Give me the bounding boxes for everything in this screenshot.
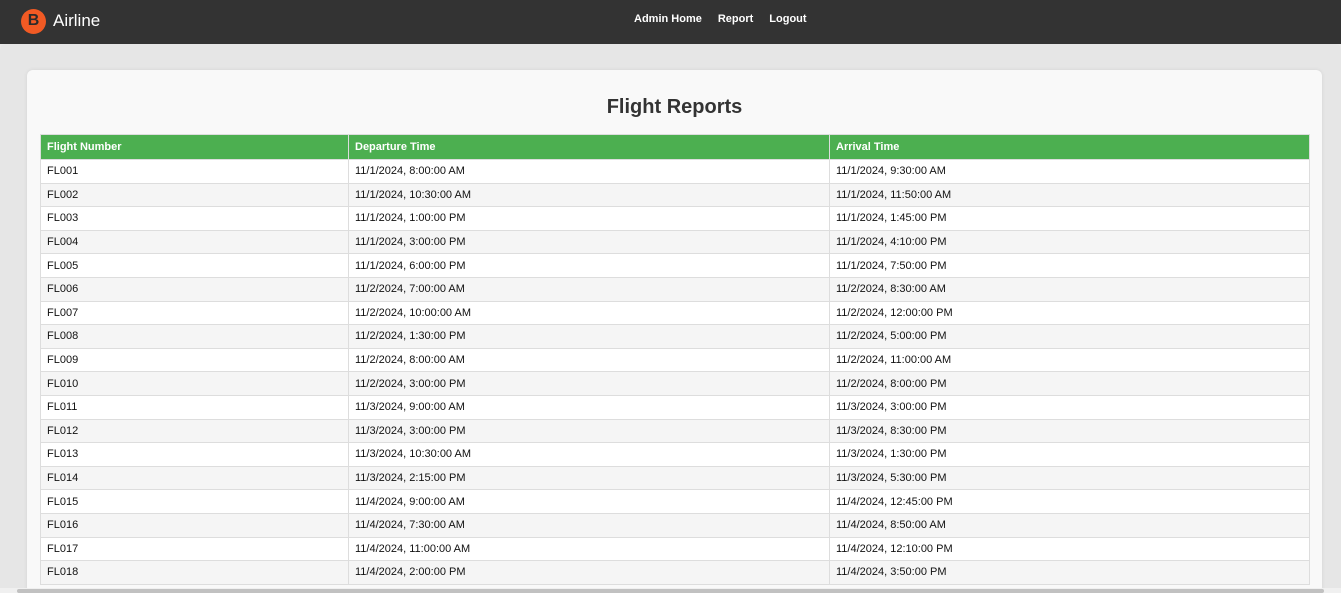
top-navbar: B Airline Admin Home Report Logout (0, 0, 1341, 44)
departure-time-cell: 11/2/2024, 7:00:00 AM (348, 276, 830, 302)
departure-time-cell: 11/1/2024, 1:00:00 PM (348, 206, 830, 231)
brand[interactable]: B Airline (21, 8, 100, 34)
departure-time-cell: 11/2/2024, 8:00:00 AM (348, 347, 830, 373)
flight-number-cell: FL015 (40, 489, 349, 514)
arrival-time-cell: 11/1/2024, 7:50:00 PM (829, 253, 1310, 278)
flight-number-cell: FL010 (40, 371, 349, 396)
page-title: Flight Reports (606, 96, 743, 118)
flight-number-cell: FL001 (40, 159, 349, 184)
nav-links: Admin Home Report Logout (634, 13, 807, 25)
arrival-time-cell: 11/3/2024, 1:30:00 PM (829, 442, 1310, 467)
arrival-time-cell: 11/2/2024, 8:30:00 AM (829, 276, 1310, 302)
flight-number-cell: FL016 (40, 512, 349, 538)
table-row: FL014 11/3/2024, 2:15:00 PM 11/3/2024, 5:3… (40, 465, 1310, 491)
flight-number-cell: FL006 (40, 276, 349, 302)
table-row: FL010 11/2/2024, 3:00:00 PM 11/2/2024, 8:0… (40, 371, 1310, 396)
table-row: FL011 11/3/2024, 9:00:00 AM 11/3/2024, 3:0… (40, 394, 1310, 420)
column-header-flight-number: Flight Number (40, 134, 349, 160)
departure-time-cell: 11/2/2024, 10:00:00 AM (348, 300, 830, 326)
flight-number-cell: FL018 (40, 560, 349, 585)
flight-number-cell: FL014 (40, 465, 349, 491)
departure-time-cell: 11/4/2024, 7:30:00 AM (348, 512, 830, 538)
departure-time-cell: 11/4/2024, 11:00:00 AM (348, 536, 830, 562)
flight-number-cell: FL017 (40, 536, 349, 562)
flight-number-cell: FL005 (40, 253, 349, 278)
table-row: FL005 11/1/2024, 6:00:00 PM 11/1/2024, 7:5… (40, 253, 1310, 278)
flight-number-cell: FL008 (40, 324, 349, 349)
table-row: FL001 11/1/2024, 8:00:00 AM 11/1/2024, 9:3… (40, 159, 1310, 184)
departure-time-cell: 11/3/2024, 10:30:00 AM (348, 442, 830, 467)
nav-link-logout[interactable]: Logout (769, 13, 806, 25)
table-row: FL006 11/2/2024, 7:00:00 AM 11/2/2024, 8:3… (40, 276, 1310, 302)
departure-time-cell: 11/3/2024, 3:00:00 PM (348, 418, 830, 444)
departure-time-cell: 11/2/2024, 1:30:00 PM (348, 324, 830, 349)
arrival-time-cell: 11/1/2024, 9:30:00 AM (829, 159, 1310, 184)
table-row: FL004 11/1/2024, 3:00:00 PM 11/1/2024, 4:1… (40, 229, 1310, 255)
flight-number-cell: FL009 (40, 347, 349, 373)
column-header-departure-time: Departure Time (348, 134, 830, 160)
flight-report-table: Flight Number Departure Time Arrival Tim… (40, 134, 1310, 585)
arrival-time-cell: 11/3/2024, 5:30:00 PM (829, 465, 1310, 491)
table-row: FL018 11/4/2024, 2:00:00 PM 11/4/2024, 3:5… (40, 560, 1310, 585)
horizontal-scrollbar[interactable] (0, 588, 1341, 593)
table-row: FL016 11/4/2024, 7:30:00 AM 11/4/2024, 8:5… (40, 512, 1310, 538)
table-row: FL015 11/4/2024, 9:00:00 AM 11/4/2024, 12:… (40, 489, 1310, 514)
brand-name: Airline (53, 11, 101, 30)
arrival-time-cell: 11/3/2024, 8:30:00 PM (829, 418, 1310, 444)
nav-link-admin-home[interactable]: Admin Home (634, 13, 702, 25)
departure-time-cell: 11/4/2024, 2:00:00 PM (348, 560, 830, 585)
flight-number-cell: FL003 (40, 206, 349, 231)
flight-number-cell: FL011 (40, 394, 349, 420)
table-row: FL009 11/2/2024, 8:00:00 AM 11/2/2024, 11:… (40, 347, 1310, 373)
departure-time-cell: 11/2/2024, 3:00:00 PM (348, 371, 830, 396)
flight-number-cell: FL004 (40, 229, 349, 255)
report-card: Flight Reports Flight Number Departure T… (27, 70, 1322, 593)
departure-time-cell: 11/1/2024, 10:30:00 AM (348, 182, 830, 208)
table-header-row: Flight Number Departure Time Arrival Tim… (40, 134, 1310, 160)
arrival-time-cell: 11/2/2024, 11:00:00 AM (829, 347, 1310, 373)
arrival-time-cell: 11/4/2024, 12:45:00 PM (829, 489, 1310, 514)
arrival-time-cell: 11/1/2024, 4:10:00 PM (829, 229, 1310, 255)
departure-time-cell: 11/3/2024, 9:00:00 AM (348, 394, 830, 420)
flight-number-cell: FL012 (40, 418, 349, 444)
departure-time-cell: 11/3/2024, 2:15:00 PM (348, 465, 830, 491)
arrival-time-cell: 11/4/2024, 3:50:00 PM (829, 560, 1310, 585)
column-header-arrival-time: Arrival Time (829, 134, 1310, 160)
table-row: FL007 11/2/2024, 10:00:00 AM 11/2/2024, 12… (40, 300, 1310, 326)
table-row: FL003 11/1/2024, 1:00:00 PM 11/1/2024, 1:4… (40, 206, 1310, 231)
arrival-time-cell: 11/2/2024, 12:00:00 PM (829, 300, 1310, 326)
arrival-time-cell: 11/4/2024, 8:50:00 AM (829, 512, 1310, 538)
departure-time-cell: 11/1/2024, 6:00:00 PM (348, 253, 830, 278)
table-row: FL002 11/1/2024, 10:30:00 AM 11/1/2024, 11… (40, 182, 1310, 208)
arrival-time-cell: 11/1/2024, 1:45:00 PM (829, 206, 1310, 231)
nav-link-report[interactable]: Report (718, 13, 753, 25)
table-row: FL012 11/3/2024, 3:00:00 PM 11/3/2024, 8:3… (40, 418, 1310, 444)
arrival-time-cell: 11/2/2024, 8:00:00 PM (829, 371, 1310, 396)
table-row: FL008 11/2/2024, 1:30:00 PM 11/2/2024, 5:0… (40, 324, 1310, 349)
departure-time-cell: 11/4/2024, 9:00:00 AM (348, 489, 830, 514)
arrival-time-cell: 11/3/2024, 3:00:00 PM (829, 394, 1310, 420)
table-body: FL001 11/1/2024, 8:00:00 AM 11/1/2024, 9:3… (40, 159, 1310, 585)
departure-time-cell: 11/1/2024, 8:00:00 AM (348, 159, 830, 184)
scrollbar-thumb[interactable] (17, 589, 1324, 593)
arrival-time-cell: 11/4/2024, 12:10:00 PM (829, 536, 1310, 562)
table-row: FL013 11/3/2024, 10:30:00 AM 11/3/2024, 1:… (40, 442, 1310, 467)
departure-time-cell: 11/1/2024, 3:00:00 PM (348, 229, 830, 255)
table-row: FL017 11/4/2024, 11:00:00 AM 11/4/2024, 12… (40, 536, 1310, 562)
flight-number-cell: FL007 (40, 300, 349, 326)
flight-number-cell: FL002 (40, 182, 349, 208)
arrival-time-cell: 11/1/2024, 11:50:00 AM (829, 182, 1310, 208)
flight-number-cell: FL013 (40, 442, 349, 467)
brand-logo-icon: B (21, 8, 46, 34)
arrival-time-cell: 11/2/2024, 5:00:00 PM (829, 324, 1310, 349)
